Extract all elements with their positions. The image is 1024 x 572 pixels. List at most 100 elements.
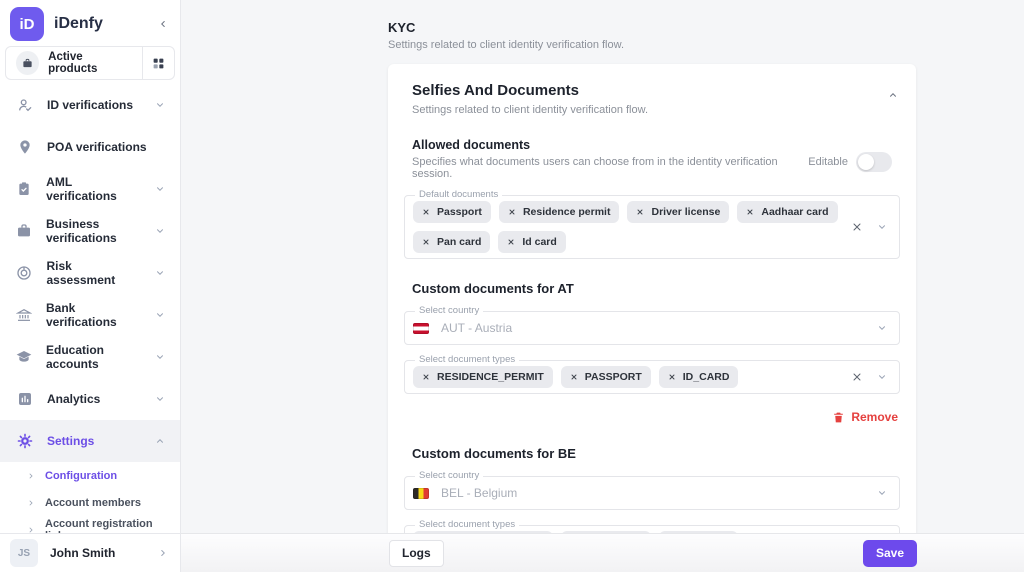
default-documents-field-label: Default documents bbox=[415, 189, 503, 200]
chip-aadhaar-card[interactable]: Aadhaar card bbox=[737, 201, 838, 223]
product-selector-label: Active products bbox=[48, 51, 98, 75]
chip-id-card[interactable]: ID_CARD bbox=[658, 366, 739, 388]
chip-label: Id card bbox=[522, 236, 557, 248]
chip-passport[interactable]: PASSPORT bbox=[560, 366, 651, 388]
sidebar-item-risk-assessment[interactable]: Risk assessment bbox=[0, 252, 180, 294]
sidebar-subitem-account-members[interactable]: Account members bbox=[0, 489, 180, 516]
chevron-down-icon bbox=[155, 184, 165, 194]
document-types-label: Select document types bbox=[415, 519, 520, 530]
chip-label: Aadhaar card bbox=[761, 206, 829, 218]
toggle-knob bbox=[858, 154, 874, 170]
sidebar-item-settings[interactable]: Settings bbox=[0, 420, 180, 462]
chevron-down-icon[interactable] bbox=[877, 488, 887, 498]
brand-name: iDenfy bbox=[54, 15, 103, 32]
document-types-select-at[interactable]: Select document types RESIDENCE_PERMIT P… bbox=[404, 354, 900, 394]
card-title: Selfies And Documents bbox=[412, 82, 579, 99]
chip-label: Driver license bbox=[651, 206, 721, 218]
chevron-down-icon bbox=[155, 100, 165, 110]
briefcase-icon bbox=[16, 223, 32, 240]
chevron-down-icon bbox=[155, 352, 165, 362]
country-select-be[interactable]: Select country BEL - Belgium bbox=[404, 470, 900, 510]
apps-grid-button[interactable] bbox=[142, 47, 174, 79]
country-value: BEL - Belgium bbox=[441, 486, 518, 500]
sidebar-item-label: POA verifications bbox=[47, 140, 147, 154]
chip-id-card[interactable]: Id card bbox=[498, 231, 566, 253]
chevron-down-icon[interactable] bbox=[877, 372, 887, 382]
sidebar-item-aml-verifications[interactable]: AML verifications bbox=[0, 168, 180, 210]
main-area: KYC Settings related to client identity … bbox=[181, 0, 1024, 572]
country-value: AUT - Austria bbox=[441, 321, 513, 335]
chip-label: RESIDENCE_PERMIT bbox=[437, 371, 544, 383]
remove-chip-icon[interactable] bbox=[746, 208, 754, 216]
flag-austria-icon bbox=[413, 322, 429, 334]
chevron-down-icon bbox=[155, 394, 165, 404]
editable-label: Editable bbox=[808, 156, 848, 168]
allowed-documents-title: Allowed documents bbox=[412, 138, 531, 152]
sidebar-item-label: ID verifications bbox=[47, 98, 134, 112]
sidebar-item-analytics[interactable]: Analytics bbox=[0, 378, 180, 420]
sidebar-item-label: Business verifications bbox=[46, 217, 117, 245]
remove-chip-icon[interactable] bbox=[508, 208, 516, 216]
remove-chip-icon[interactable] bbox=[570, 373, 578, 381]
selfies-and-documents-card: Selfies And Documents Settings related t… bbox=[388, 64, 916, 572]
chip-residence-permit[interactable]: Residence permit bbox=[498, 201, 620, 223]
sidebar-item-id-verifications[interactable]: ID verifications bbox=[0, 84, 180, 126]
save-button[interactable]: Save bbox=[862, 539, 917, 567]
product-selector[interactable]: Active products bbox=[5, 46, 175, 80]
chevron-down-icon[interactable] bbox=[877, 222, 887, 232]
remove-section-at-button[interactable]: Remove bbox=[832, 410, 898, 424]
sidebar-item-label: AML verifications bbox=[46, 175, 117, 203]
chevron-down-icon bbox=[155, 268, 165, 278]
remove-chip-icon[interactable] bbox=[422, 373, 430, 381]
sidebar-item-education-accounts[interactable]: Education accounts bbox=[0, 336, 180, 378]
country-value-row: AUT - Austria bbox=[413, 317, 865, 339]
flag-belgium-icon bbox=[413, 487, 429, 499]
sidebar-subitem-label: Configuration bbox=[45, 469, 118, 482]
country-select-at[interactable]: Select country AUT - Austria bbox=[404, 305, 900, 345]
chip-label: ID_CARD bbox=[682, 371, 730, 383]
country-select-label: Select country bbox=[415, 470, 484, 481]
allowed-documents-text: Allowed documents Specifies what documen… bbox=[412, 138, 792, 180]
gear-icon bbox=[16, 433, 33, 450]
remove-chip-icon[interactable] bbox=[668, 373, 676, 381]
custom-section-title-be: Custom documents for BE bbox=[412, 446, 576, 461]
sidebar-collapse-icon[interactable] bbox=[158, 19, 168, 29]
user-menu[interactable]: JS John Smith bbox=[0, 533, 180, 572]
product-selector-main[interactable]: Active products bbox=[6, 47, 142, 79]
chip-passport[interactable]: Passport bbox=[413, 201, 491, 223]
remove-label: Remove bbox=[851, 410, 898, 424]
chevron-down-icon[interactable] bbox=[877, 323, 887, 333]
brand-logo-text: iD bbox=[19, 15, 35, 33]
sidebar-item-poa-verifications[interactable]: POA verifications bbox=[0, 126, 180, 168]
remove-chip-icon[interactable] bbox=[422, 238, 430, 246]
sidebar: iD iDenfy Active products ID verificatio… bbox=[0, 0, 181, 572]
content: KYC Settings related to client identity … bbox=[181, 0, 916, 572]
chip-driver-license[interactable]: Driver license bbox=[627, 201, 730, 223]
sidebar-subitem-configuration[interactable]: Configuration bbox=[0, 462, 180, 489]
action-bar: Logs Save bbox=[181, 533, 1024, 572]
collapse-card-icon[interactable] bbox=[888, 90, 898, 100]
sidebar-item-business-verifications[interactable]: Business verifications bbox=[0, 210, 180, 252]
chip-pan-card[interactable]: Pan card bbox=[413, 231, 491, 253]
logs-button[interactable]: Logs bbox=[389, 539, 444, 567]
default-documents-field[interactable]: Default documents Passport Residence per… bbox=[404, 189, 900, 259]
remove-chip-icon[interactable] bbox=[507, 238, 515, 246]
briefcase-icon bbox=[16, 51, 40, 75]
card-subtitle: Settings related to client identity veri… bbox=[412, 104, 649, 116]
chip-residence-permit[interactable]: RESIDENCE_PERMIT bbox=[413, 366, 553, 388]
sidebar-item-label: Analytics bbox=[47, 392, 101, 406]
page-subtitle: Settings related to client identity veri… bbox=[388, 39, 625, 51]
default-documents-chips: Passport Residence permit Driver license… bbox=[413, 201, 839, 253]
sidebar-item-bank-verifications[interactable]: Bank verifications bbox=[0, 294, 180, 336]
editable-toggle[interactable] bbox=[856, 152, 892, 172]
chip-label: Passport bbox=[437, 206, 482, 218]
bar-chart-icon bbox=[16, 391, 33, 408]
sidebar-item-label: Education accounts bbox=[46, 343, 105, 371]
allowed-documents-description: Specifies what documents users can choos… bbox=[412, 156, 778, 180]
gauge-icon bbox=[16, 265, 33, 282]
clear-all-icon[interactable] bbox=[851, 221, 863, 233]
remove-chip-icon[interactable] bbox=[422, 208, 430, 216]
page-title: KYC bbox=[388, 20, 416, 35]
remove-chip-icon[interactable] bbox=[636, 208, 644, 216]
clear-all-icon[interactable] bbox=[851, 371, 863, 383]
